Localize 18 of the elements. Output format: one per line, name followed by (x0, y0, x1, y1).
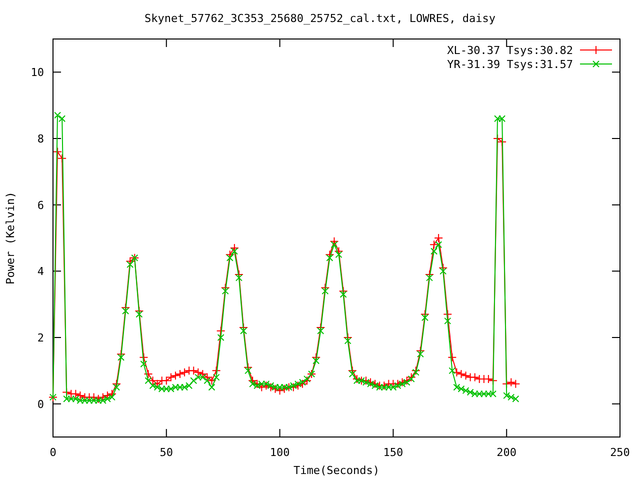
y-tick-label: 4 (37, 265, 44, 278)
y-tick-label: 0 (37, 398, 44, 411)
x-axis-label: Time(Seconds) (293, 464, 380, 477)
legend-label: XL-30.37 Tsys:30.82 (447, 44, 573, 57)
x-tick-label: 0 (50, 446, 56, 459)
x-tick-label: 200 (496, 446, 517, 459)
y-tick-label: 2 (37, 332, 44, 344)
y-tick-label: 6 (37, 198, 44, 212)
x-tick-label: 150 (383, 446, 404, 459)
x-tick-label: 250 (610, 446, 630, 459)
y-axis-label: Power (Kelvin) (4, 192, 17, 284)
x-tick-label: 50 (160, 446, 174, 459)
legend-line (580, 60, 612, 68)
chart-title: Skynet_57762_3C353_25680_25752_cal.txt, LOWRES, daisy (144, 12, 496, 25)
legend-line (580, 46, 612, 54)
y-tick-label: 10 (30, 66, 44, 80)
x-tick-label: 100 (270, 446, 290, 459)
y-tick-label: 8 (37, 132, 44, 146)
